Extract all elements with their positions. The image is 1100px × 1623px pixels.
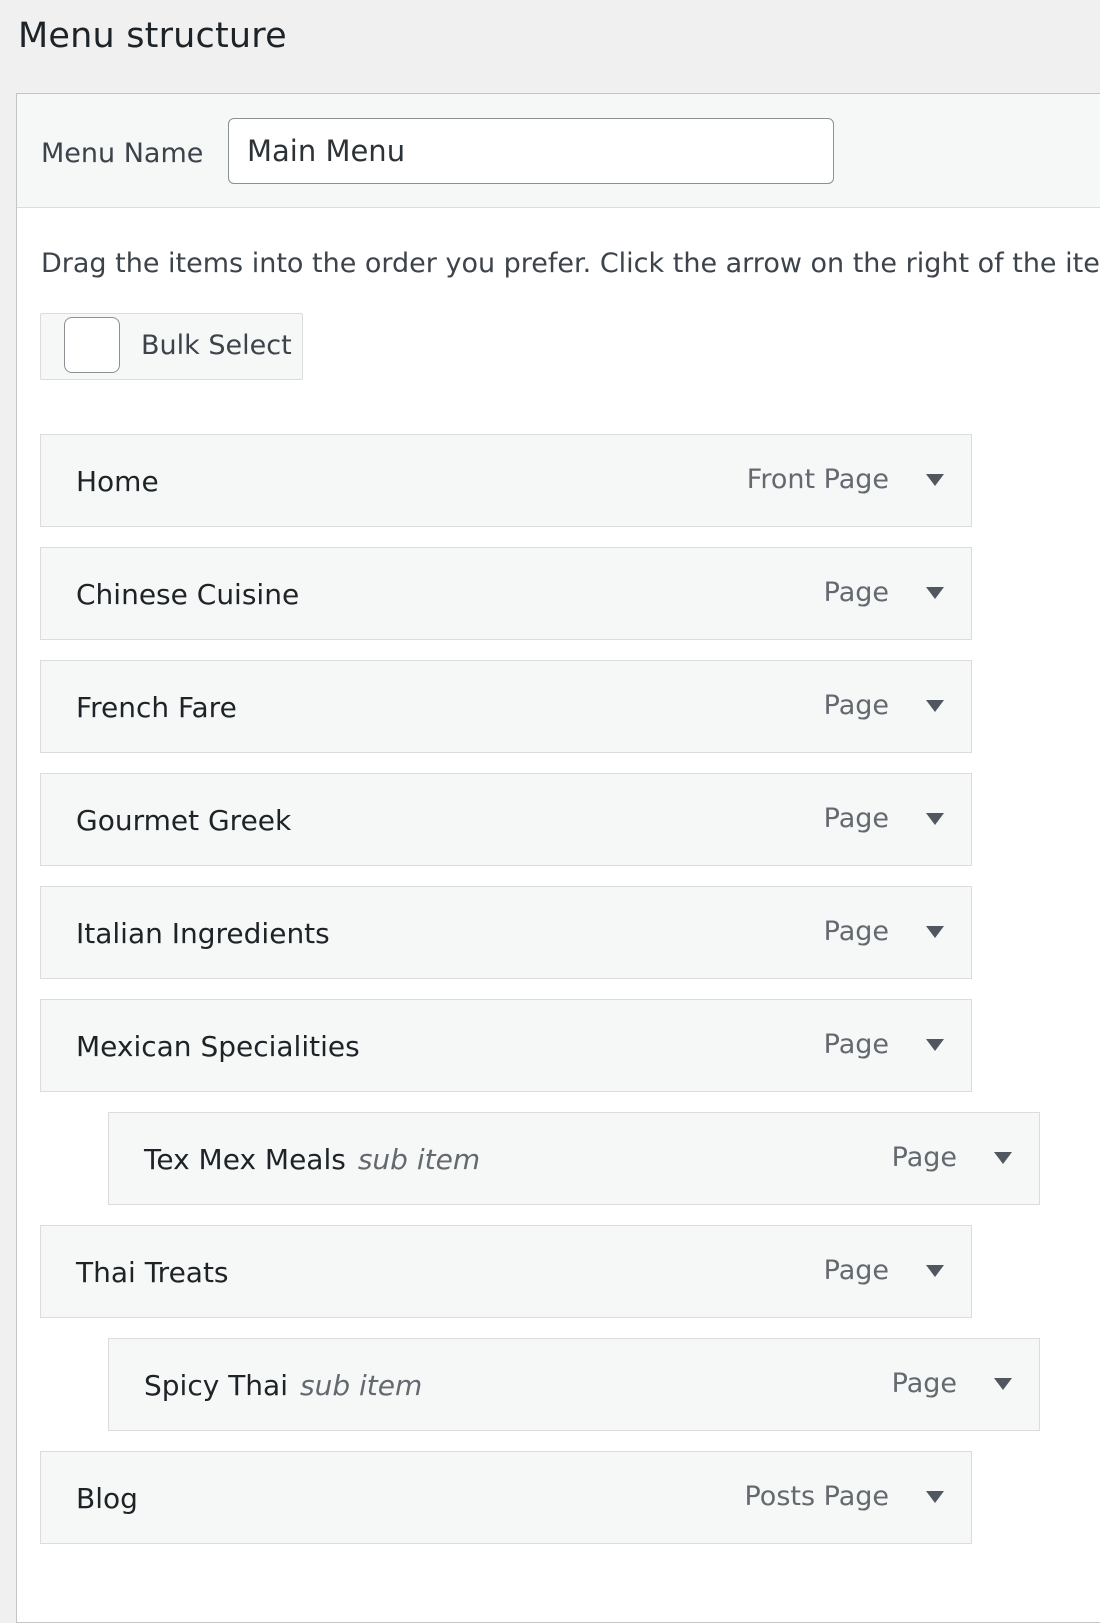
triangle-down-icon[interactable] xyxy=(924,808,946,830)
menu-item[interactable]: Home Front Page xyxy=(40,434,972,527)
menu-item-type: Front Page xyxy=(746,464,889,495)
menu-sub-item[interactable]: Tex Mex Meals sub item Page xyxy=(108,1112,1040,1205)
menu-item-type: Page xyxy=(891,1368,957,1399)
menu-sub-item[interactable]: Spicy Thai sub item Page xyxy=(108,1338,1040,1431)
menu-item-title-text: Chinese Cuisine xyxy=(76,578,300,611)
menu-item-title-text: Tex Mex Meals xyxy=(144,1143,346,1176)
menu-item-title-text: French Fare xyxy=(76,691,237,724)
menu-item-type: Page xyxy=(823,916,889,947)
triangle-down-icon[interactable] xyxy=(924,921,946,943)
drag-instructions: Drag the items into the order you prefer… xyxy=(41,248,1100,279)
menu-item-type: Page xyxy=(823,1029,889,1060)
bulk-select-label: Bulk Select xyxy=(141,330,292,361)
menu-item[interactable]: Thai Treats Page xyxy=(40,1225,972,1318)
menu-item[interactable]: Chinese Cuisine Page xyxy=(40,547,972,640)
menu-item[interactable]: Italian Ingredients Page xyxy=(40,886,972,979)
menu-item[interactable]: French Fare Page xyxy=(40,660,972,753)
triangle-down-icon[interactable] xyxy=(924,1260,946,1282)
menu-item-type: Posts Page xyxy=(744,1481,889,1512)
menu-item-type: Page xyxy=(823,1255,889,1286)
sub-item-label: sub item xyxy=(299,1369,423,1402)
triangle-down-icon[interactable] xyxy=(924,695,946,717)
menu-item-title-text: Italian Ingredients xyxy=(76,917,330,950)
triangle-down-icon[interactable] xyxy=(992,1373,1014,1395)
menu-item-title: Blog xyxy=(76,1479,138,1519)
page-title: Menu structure xyxy=(18,16,287,56)
menu-item-title-text: Blog xyxy=(76,1482,138,1515)
menu-item-title-text: Gourmet Greek xyxy=(76,804,292,837)
menu-item-type: Page xyxy=(891,1142,957,1173)
triangle-down-icon[interactable] xyxy=(924,469,946,491)
triangle-down-icon[interactable] xyxy=(924,1486,946,1508)
menu-name-input[interactable] xyxy=(228,118,834,184)
bulk-select-checkbox[interactable] xyxy=(64,317,120,373)
menu-item-title: French Fare xyxy=(76,688,237,728)
menu-item-title: Spicy Thai sub item xyxy=(144,1366,422,1406)
menu-item-type: Page xyxy=(823,577,889,608)
menu-item-title-text: Mexican Specialities xyxy=(76,1030,360,1063)
menu-structure-panel: Menu Name Drag the items into the order … xyxy=(16,93,1100,1623)
triangle-down-icon[interactable] xyxy=(924,582,946,604)
menu-item-title-text: Spicy Thai xyxy=(144,1369,288,1402)
sub-item-label: sub item xyxy=(357,1143,481,1176)
bulk-select-button[interactable]: Bulk Select xyxy=(40,313,303,380)
menu-item-type: Page xyxy=(823,803,889,834)
triangle-down-icon[interactable] xyxy=(924,1034,946,1056)
menu-item-title: Chinese Cuisine xyxy=(76,575,299,615)
menu-item-type: Page xyxy=(823,690,889,721)
menu-item-title: Home xyxy=(76,462,159,502)
menu-item-title: Tex Mex Meals sub item xyxy=(144,1140,480,1180)
menu-item[interactable]: Blog Posts Page xyxy=(40,1451,972,1544)
triangle-down-icon[interactable] xyxy=(992,1147,1014,1169)
menu-item[interactable]: Mexican Specialities Page xyxy=(40,999,972,1092)
menu-item-title-text: Thai Treats xyxy=(76,1256,229,1289)
menu-item[interactable]: Gourmet Greek Page xyxy=(40,773,972,866)
menu-item-title-text: Home xyxy=(76,465,159,498)
menu-name-label: Menu Name xyxy=(41,138,204,169)
menu-item-title: Mexican Specialities xyxy=(76,1027,360,1067)
menu-name-row: Menu Name xyxy=(17,94,1100,208)
menu-item-title: Gourmet Greek xyxy=(76,801,291,841)
menu-item-title: Italian Ingredients xyxy=(76,914,330,954)
menu-item-title: Thai Treats xyxy=(76,1253,229,1293)
